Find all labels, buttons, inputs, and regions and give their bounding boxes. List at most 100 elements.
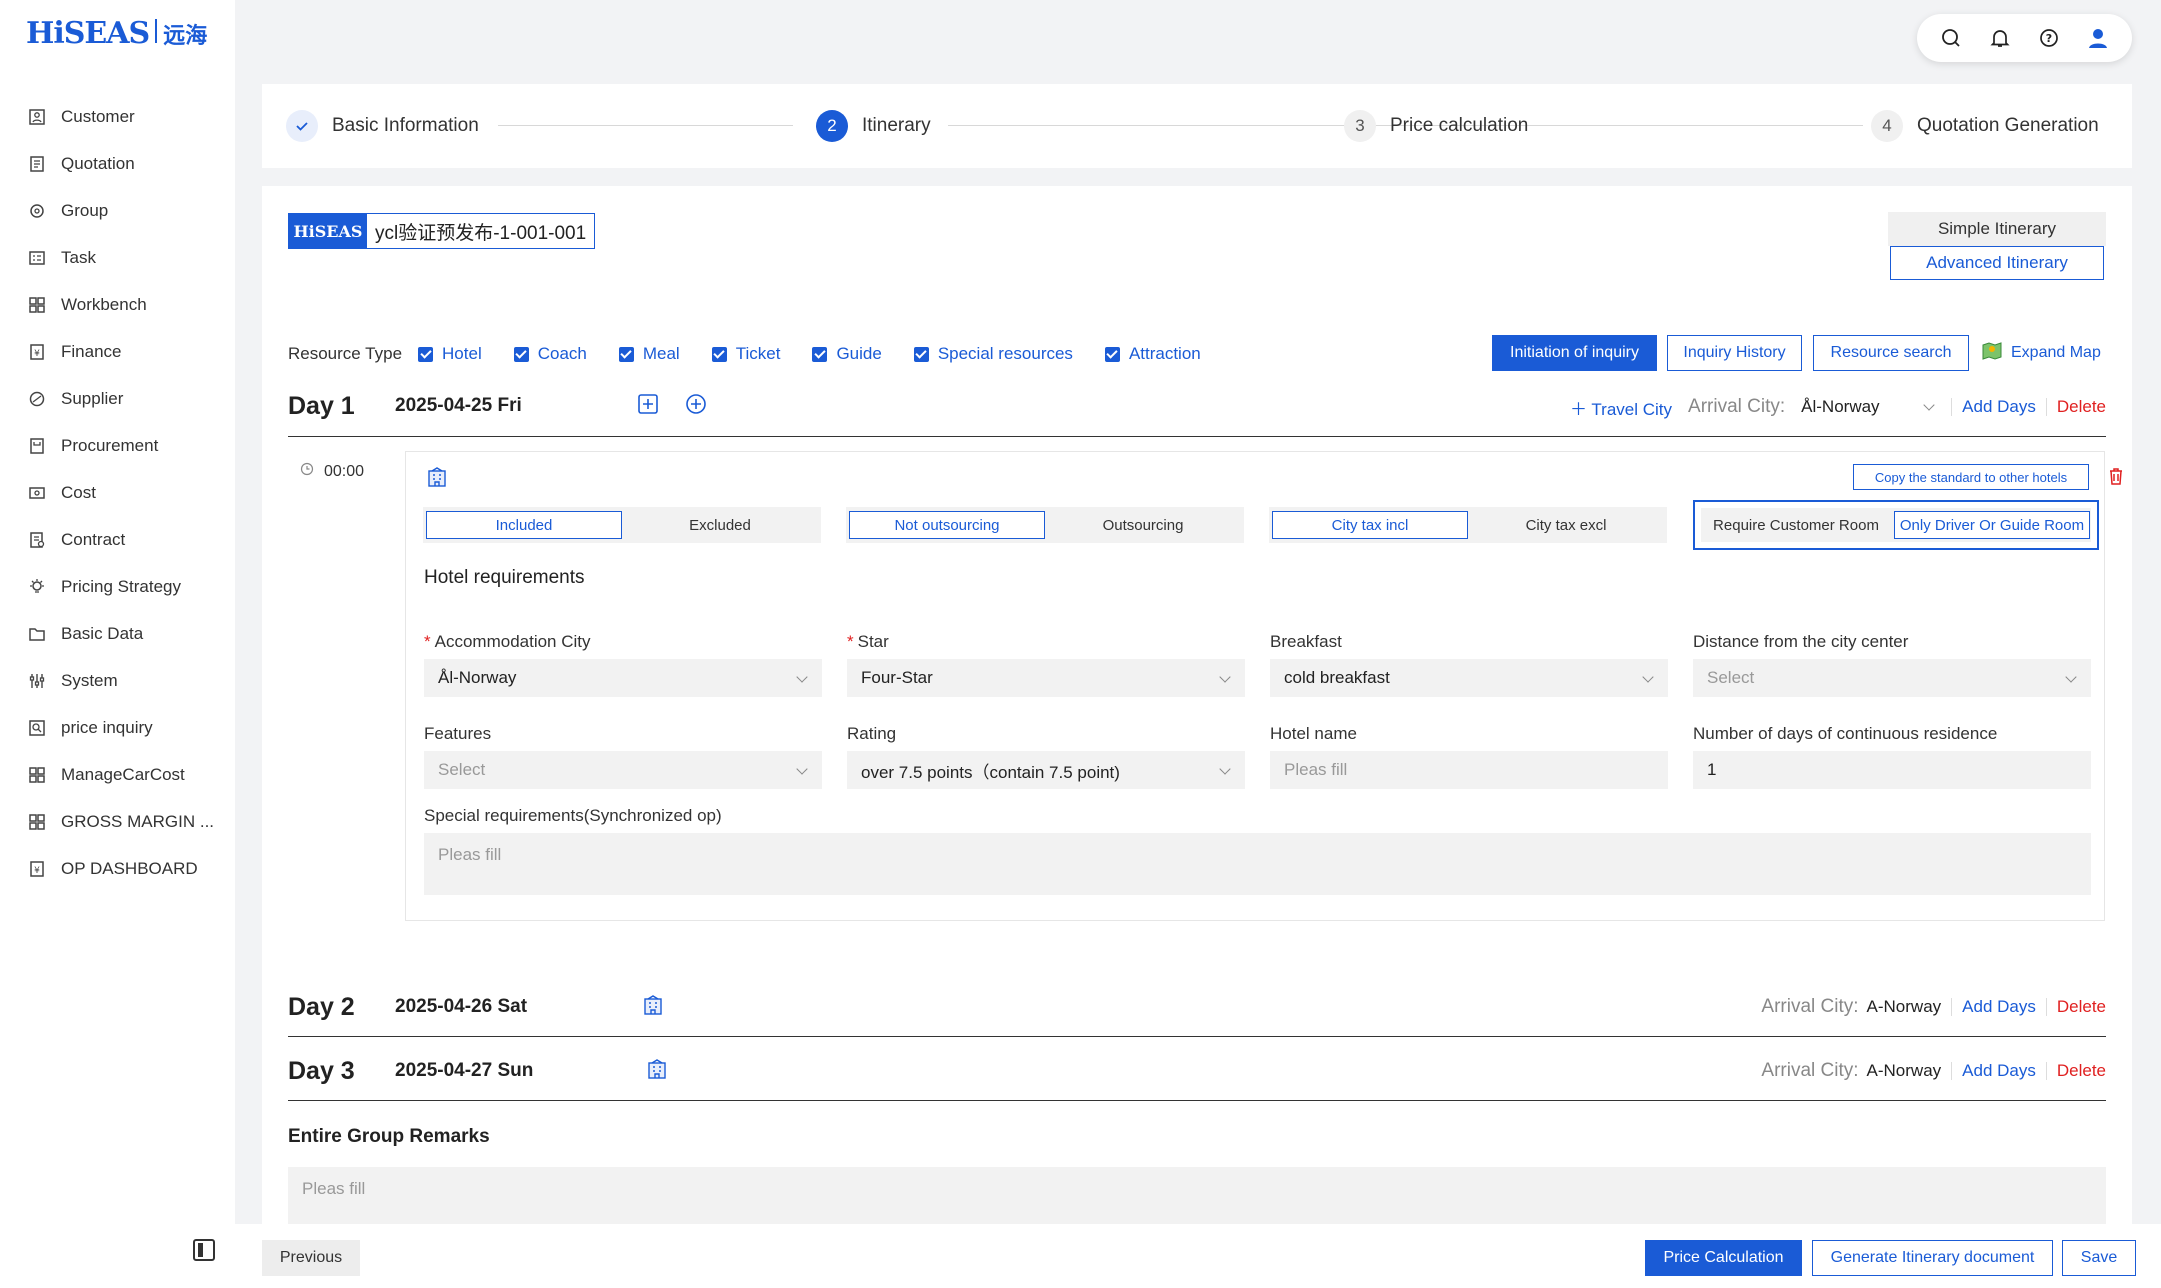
outsourcing-option[interactable]: Outsourcing [1045, 511, 1241, 539]
checkbox-ticket[interactable]: Ticket [711, 344, 780, 364]
sidebar-item-op-dashboard[interactable]: ¥ OP DASHBOARD [0, 845, 235, 892]
sidebar-item-workbench[interactable]: Workbench [0, 281, 235, 328]
hotel-name-label: Hotel name [1270, 724, 1357, 743]
advanced-itinerary-option[interactable]: Advanced Itinerary [1890, 246, 2104, 280]
add-days-button[interactable]: Add Days [1962, 1061, 2036, 1081]
breakfast-select[interactable]: cold breakfast [1270, 659, 1668, 697]
inquiry-history-button[interactable]: Inquiry History [1667, 335, 1802, 371]
arrival-city-label: Arrival City: [1761, 996, 1859, 1017]
checkbox-meal[interactable]: Meal [618, 344, 680, 364]
step-itinerary[interactable]: 2 Itinerary [816, 84, 931, 168]
checkbox-guide[interactable]: Guide [812, 344, 882, 364]
initiation-inquiry-button[interactable]: Initiation of inquiry [1492, 335, 1657, 371]
save-button[interactable]: Save [2062, 1240, 2136, 1276]
sidebar-item-finance[interactable]: ¥ Finance [0, 328, 235, 375]
arrival-city-label: Arrival City: [1761, 1060, 1859, 1081]
sidebar-item-basic-data[interactable]: Basic Data [0, 610, 235, 657]
supplier-icon [27, 389, 47, 409]
time-value: 00:00 [324, 462, 365, 480]
delete-day-button[interactable]: Delete [2057, 397, 2106, 417]
add-days-button[interactable]: Add Days [1962, 397, 2036, 417]
day-divider [288, 1036, 2106, 1037]
special-requirements-label: Special requirements(Synchronized op) [424, 806, 722, 825]
group-remarks-textarea[interactable]: Pleas fill [288, 1167, 2106, 1226]
star-select[interactable]: Four-Star [847, 659, 1245, 697]
price-calculation-button[interactable]: Price Calculation [1645, 1240, 1802, 1276]
sidebar-item-pricing-strategy[interactable]: Pricing Strategy [0, 563, 235, 610]
hotel-name-input[interactable]: Pleas fill [1270, 751, 1668, 789]
only-driver-guide-room-option[interactable]: Only Driver Or Guide Room [1894, 511, 2090, 539]
arrival-city-select[interactable]: Ål-Norway [1801, 397, 1941, 417]
sidebar-item-cost[interactable]: Cost [0, 469, 235, 516]
excluded-option[interactable]: Excluded [622, 511, 818, 539]
sidebar-item-gross-margin[interactable]: GROSS MARGIN ... [0, 798, 235, 845]
bell-icon[interactable] [1985, 23, 2015, 53]
city-tax-excl-option[interactable]: City tax excl [1468, 511, 1664, 539]
resource-search-button[interactable]: Resource search [1813, 335, 1969, 371]
sidebar-item-system[interactable]: System [0, 657, 235, 704]
sidebar-item-procurement[interactable]: Procurement [0, 422, 235, 469]
checkbox-hotel[interactable]: Hotel [418, 344, 482, 364]
continuous-days-input[interactable]: 1 [1693, 751, 2091, 789]
special-requirements-textarea[interactable]: Pleas fill [424, 833, 2091, 895]
sidebar-item-label: Finance [61, 341, 122, 361]
city-tax-incl-option[interactable]: City tax incl [1272, 511, 1468, 539]
sidebar-item-label: ManageCarCost [61, 764, 185, 784]
sidebar-item-customer[interactable]: Customer [0, 93, 235, 140]
step-label: Basic Information [332, 115, 479, 136]
user-avatar-icon[interactable] [2083, 23, 2113, 53]
search-icon[interactable] [1936, 23, 1966, 53]
copy-standard-button[interactable]: Copy the standard to other hotels [1853, 464, 2089, 490]
expand-map-button[interactable]: Expand Map [1981, 335, 2101, 371]
delete-day-button[interactable]: Delete [2057, 1061, 2106, 1081]
simple-itinerary-option[interactable]: Simple Itinerary [1888, 212, 2106, 246]
travel-city-button[interactable]: ＋ Travel City [1570, 395, 1672, 420]
op-dashboard-icon: ¥ [27, 859, 47, 879]
field-label-text: Star [857, 632, 889, 651]
features-select[interactable]: Select [424, 751, 822, 789]
require-customer-room-option[interactable]: Require Customer Room [1698, 511, 1894, 539]
sidebar-collapse-icon[interactable] [193, 1239, 215, 1261]
chevron-down-icon [796, 671, 808, 683]
chevron-down-icon [1923, 399, 1935, 411]
sidebar-item-label: OP DASHBOARD [61, 858, 198, 878]
step-quotation-generation[interactable]: 4 Quotation Generation [1871, 84, 2099, 168]
hotel-icon[interactable] [646, 1058, 668, 1085]
delete-day-button[interactable]: Delete [2057, 997, 2106, 1017]
accommodation-city-select[interactable]: Ål-Norway [424, 659, 822, 697]
hotel-icon[interactable] [642, 994, 664, 1021]
add-days-button[interactable]: Add Days [1962, 997, 2036, 1017]
sidebar-item-price-inquiry[interactable]: price inquiry [0, 704, 235, 751]
add-circle-icon[interactable] [685, 393, 707, 420]
sidebar-item-manage-car-cost[interactable]: ManageCarCost [0, 751, 235, 798]
checkbox-attraction[interactable]: Attraction [1104, 344, 1201, 364]
step-label: Quotation Generation [1917, 115, 2099, 136]
textarea-placeholder: Pleas fill [438, 845, 502, 864]
distance-select[interactable]: Select [1693, 659, 2091, 697]
not-outsourcing-option[interactable]: Not outsourcing [849, 511, 1045, 539]
previous-button[interactable]: Previous [262, 1240, 360, 1276]
checkbox-coach[interactable]: Coach [513, 344, 587, 364]
hotel-time: 00:00 [300, 462, 364, 481]
select-placeholder: Select [438, 760, 486, 779]
sidebar-item-task[interactable]: Task [0, 234, 235, 281]
sidebar-item-contract[interactable]: Contract [0, 516, 235, 563]
help-icon[interactable]: ? [2034, 23, 2064, 53]
day-1-actions: ＋ Travel City Arrival City: Ål-Norway Ad… [1570, 387, 2106, 427]
step-price-calculation[interactable]: 3 Price calculation [1344, 84, 1528, 168]
checkbox-special-resources[interactable]: Special resources [913, 344, 1073, 364]
svg-text:?: ? [2046, 32, 2052, 45]
included-option[interactable]: Included [426, 511, 622, 539]
rating-select[interactable]: over 7.5 points（contain 7.5 point) [847, 751, 1245, 789]
add-item-icon[interactable] [637, 393, 659, 420]
trash-icon[interactable] [2106, 466, 2126, 491]
checkbox-label: Guide [836, 344, 882, 363]
sidebar-item-quotation[interactable]: Quotation [0, 140, 235, 187]
step-basic-information[interactable]: Basic Information [286, 84, 479, 168]
sidebar-item-group[interactable]: Group [0, 187, 235, 234]
sidebar-item-label: Group [61, 200, 109, 220]
clock-icon [300, 462, 314, 481]
generate-itinerary-button[interactable]: Generate Itinerary document [1812, 1240, 2053, 1276]
sidebar-item-supplier[interactable]: Supplier [0, 375, 235, 422]
day-name: Day 3 [288, 1056, 355, 1085]
